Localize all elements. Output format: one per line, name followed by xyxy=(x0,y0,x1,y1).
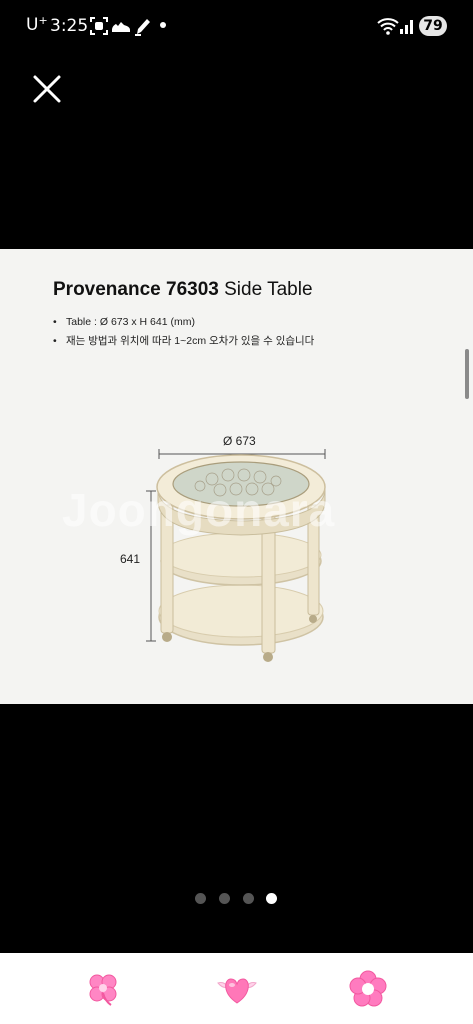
clock: 3:25 xyxy=(50,16,89,36)
clover-icon[interactable] xyxy=(83,969,123,1009)
battery-indicator: 79 xyxy=(419,16,447,36)
signal-icon xyxy=(400,20,413,34)
flower-icon[interactable] xyxy=(348,969,388,1009)
pen-icon xyxy=(135,19,150,36)
pager-dot[interactable] xyxy=(243,893,254,904)
pager-dot[interactable] xyxy=(195,893,206,904)
bottom-bar xyxy=(0,953,473,1024)
winged-heart-icon[interactable] xyxy=(214,969,260,1009)
notification-dot xyxy=(160,22,166,28)
carrier-label: U+ xyxy=(26,14,48,35)
watermark: Joongonara xyxy=(62,484,336,536)
close-icon[interactable] xyxy=(28,70,66,108)
pager-dot[interactable] xyxy=(219,893,230,904)
status-bar: U+ 3:25 79 xyxy=(0,0,473,52)
pager-dot-active[interactable] xyxy=(266,893,277,904)
sneaker-icon xyxy=(112,22,130,32)
screen-record-icon xyxy=(90,17,108,35)
scrollbar[interactable] xyxy=(465,349,469,399)
diameter-label: Ø 673 xyxy=(223,434,256,448)
wifi-icon xyxy=(377,18,399,35)
side-table-illustration xyxy=(146,449,326,662)
height-label: 641 xyxy=(120,552,141,566)
